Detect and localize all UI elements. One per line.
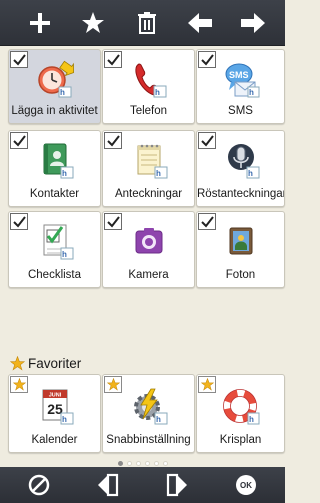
page-dot[interactable] (117, 460, 123, 466)
favorites-title: Favoriter (28, 355, 82, 371)
favorite-krisplan[interactable]: h Krisplan (196, 374, 285, 453)
arrow-right-icon[interactable] (235, 5, 271, 41)
move-right-icon[interactable] (162, 470, 192, 500)
camera-icon (103, 222, 194, 260)
tile-label: Foton (225, 269, 256, 281)
page-dot[interactable] (153, 460, 159, 466)
tile-rostanteckningar[interactable]: h Röstanteckningar (196, 130, 285, 207)
app-screen: h Lägga in aktivitet h Telefon SMS h SMS… (0, 0, 285, 503)
svg-text:h: h (156, 415, 161, 424)
svg-text:h: h (249, 88, 254, 97)
svg-text:h: h (248, 169, 253, 178)
photos-icon (197, 222, 284, 260)
tile-label: Lägga in aktivitet (11, 105, 98, 117)
tile-label: Röstanteckningar (197, 188, 284, 200)
tile-lagga-in-aktivitet[interactable]: h Lägga in aktivitet (8, 49, 101, 124)
svg-text:SMS: SMS (229, 70, 249, 80)
tile-telefon[interactable]: h Telefon (102, 49, 195, 124)
svg-text:h: h (62, 415, 67, 424)
page-dot[interactable] (126, 460, 132, 466)
move-left-icon[interactable] (93, 470, 123, 500)
svg-text:h: h (156, 169, 161, 178)
page-dot[interactable] (144, 460, 150, 466)
tile-foton[interactable]: Foton (196, 211, 285, 288)
bottom-toolbar: OK (0, 467, 285, 503)
tile-label: SMS (228, 105, 253, 117)
tile-sms[interactable]: SMS h SMS (196, 49, 285, 124)
tile-checklista[interactable]: h Checklista (8, 211, 101, 288)
svg-text:h: h (60, 88, 65, 97)
phone-icon: h (103, 60, 194, 98)
favorites-header: Favoriter (10, 354, 81, 372)
ok-icon[interactable]: OK (231, 470, 261, 500)
tile-label: Snabbinställning (106, 434, 191, 446)
tile-label: Kontakter (29, 188, 80, 200)
trash-icon[interactable] (129, 5, 165, 41)
tile-label: Kalender (31, 434, 78, 446)
lightning-gear-icon: h (103, 387, 194, 425)
tile-anteckningar[interactable]: h Anteckningar (102, 130, 195, 207)
tile-label: Checklista (27, 269, 82, 281)
microphone-icon: h (197, 141, 284, 179)
tile-label: Anteckningar (114, 188, 183, 200)
cancel-icon[interactable] (24, 470, 54, 500)
svg-text:h: h (62, 169, 67, 178)
lifebuoy-icon: h (197, 387, 284, 425)
page-dot[interactable] (162, 460, 168, 466)
favorite-snabbinstallning[interactable]: h Snabbinställning (102, 374, 195, 453)
notepad-icon: h (103, 141, 194, 179)
tile-label: Telefon (129, 105, 168, 117)
star-icon (10, 355, 25, 371)
top-toolbar (0, 0, 285, 46)
sms-icon: SMS h (197, 60, 284, 98)
tile-label: Kamera (128, 269, 169, 281)
contacts-book-icon: h (9, 141, 100, 179)
tile-kontakter[interactable]: h Kontakter (8, 130, 101, 207)
svg-text:h: h (62, 250, 67, 259)
calendar-icon: JUNI 25 h (9, 387, 100, 425)
page-dot[interactable] (135, 460, 141, 466)
svg-text:OK: OK (240, 481, 252, 490)
tile-label: Krisplan (219, 434, 262, 446)
clock-add-icon: h (9, 60, 100, 98)
svg-text:JUNI: JUNI (48, 393, 61, 399)
arrow-left-icon[interactable] (182, 5, 218, 41)
page-indicator (0, 459, 285, 467)
star-icon[interactable] (75, 5, 111, 41)
plus-icon[interactable] (22, 5, 58, 41)
svg-text:h: h (249, 415, 254, 424)
svg-text:h: h (155, 88, 160, 97)
tile-kamera[interactable]: Kamera (102, 211, 195, 288)
checklist-icon: h (9, 222, 100, 260)
favorite-kalender[interactable]: JUNI 25 h Kalender (8, 374, 101, 453)
